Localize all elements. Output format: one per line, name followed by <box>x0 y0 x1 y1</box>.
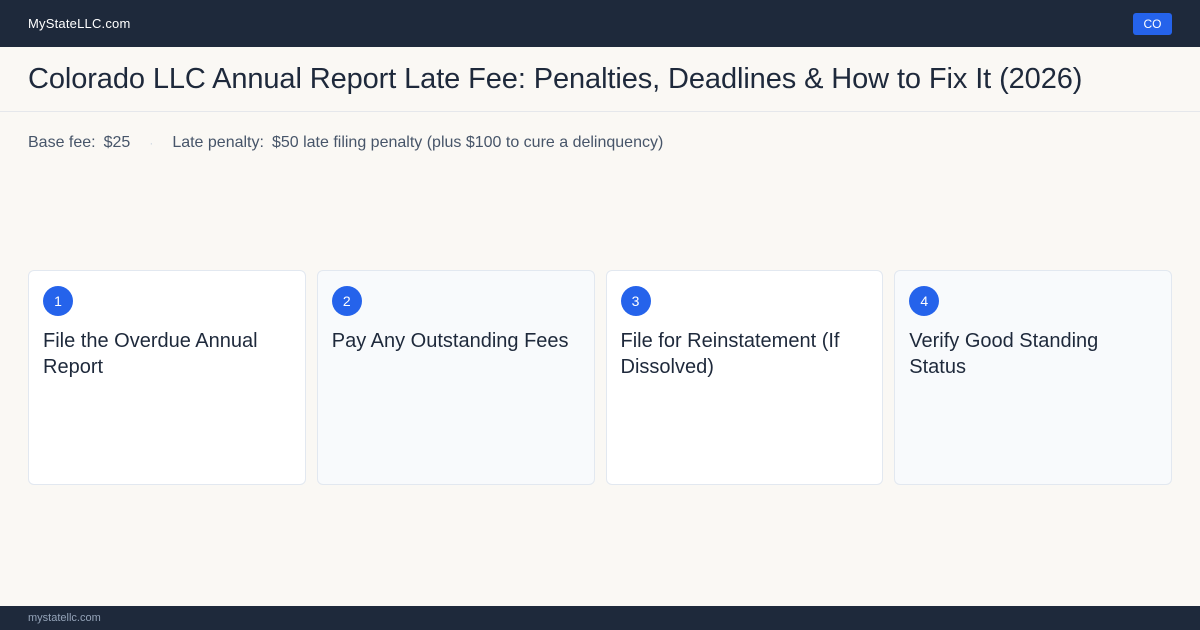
page-title: Colorado LLC Annual Report Late Fee: Pen… <box>28 62 1083 95</box>
step-number-badge: 3 <box>620 286 651 316</box>
footer-bar: mystatellc.com <box>0 606 1200 630</box>
late-penalty-value: $50 late filing penalty (plus $100 to cu… <box>271 134 664 151</box>
step-number-badge: 2 <box>331 286 362 316</box>
step-title: File for Reinstatement (If Dissolved) <box>620 330 840 378</box>
fee-summary: Base fee: $25 · Late penalty: $50 late f… <box>28 132 663 154</box>
state-badge[interactable]: CO <box>1133 12 1172 35</box>
brand-link[interactable]: MyStateLLC.com <box>28 16 131 31</box>
base-fee-value: $25 <box>103 134 131 151</box>
step-title: File the Overdue Annual Report <box>43 330 258 378</box>
step-title: Pay Any Outstanding Fees <box>331 330 569 352</box>
step-card-3: 3 File for Reinstatement (If Dissolved) <box>605 270 884 485</box>
base-fee-label: Base fee: <box>28 134 96 151</box>
step-card-2: 2 Pay Any Outstanding Fees <box>316 270 595 485</box>
step-card-4: 4 Verify Good Standing Status <box>894 270 1172 485</box>
title-section: Colorado LLC Annual Report Late Fee: Pen… <box>0 47 1200 112</box>
steps-list: 1 File the Overdue Annual Report 2 Pay A… <box>28 270 1172 485</box>
step-title: Verify Good Standing Status <box>909 330 1099 378</box>
step-number-badge: 1 <box>43 286 73 316</box>
fee-separator: · <box>149 136 154 150</box>
top-nav-bar: MyStateLLC.com CO <box>0 0 1200 47</box>
late-penalty-label: Late penalty: <box>172 134 264 151</box>
step-card-1: 1 File the Overdue Annual Report <box>28 270 306 485</box>
footer-domain: mystatellc.com <box>28 612 101 624</box>
step-number-badge: 4 <box>909 286 940 316</box>
